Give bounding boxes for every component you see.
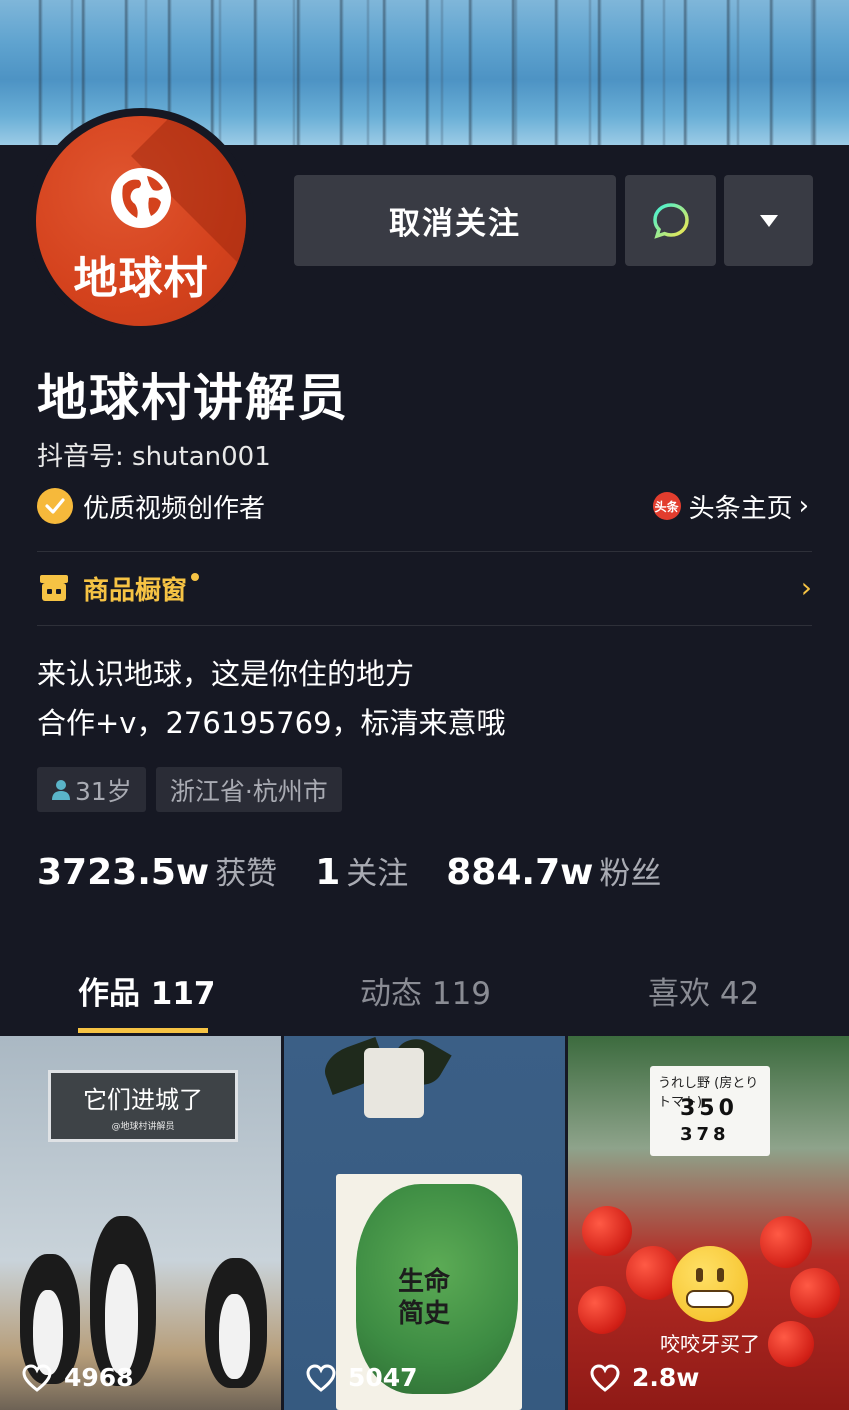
globe-icon — [111, 168, 171, 228]
toutiao-label: 头条主页 — [688, 493, 793, 524]
heart-icon — [306, 1363, 336, 1392]
shop-label: 商品橱窗 — [83, 575, 188, 606]
active-tab-indicator — [78, 1028, 208, 1033]
tomato — [578, 1286, 626, 1334]
book-title: 生命 简史 — [398, 1266, 450, 1330]
sign-subtitle: @地球村讲解员 — [111, 1122, 175, 1132]
age-tag: 31岁 — [37, 767, 146, 812]
price-number-2: 378 — [680, 1124, 730, 1145]
heart-icon — [590, 1363, 620, 1392]
video-likes: 2.8w — [590, 1363, 699, 1392]
likes-label: 获赞 — [215, 856, 278, 892]
unfollow-button[interactable]: 取消关注 — [294, 175, 616, 266]
notification-dot — [191, 573, 200, 581]
store-icon — [40, 575, 68, 601]
fans-label: 粉丝 — [599, 856, 662, 892]
video-likes: 4968 — [22, 1363, 134, 1392]
message-button[interactable] — [625, 175, 716, 266]
video-caption: 咬咬牙买了 — [660, 1332, 760, 1356]
video-thumbnail[interactable]: うれし野 (房とりトマト) 350 378 咬咬牙买了 2.8w — [568, 1036, 849, 1410]
likes-count: 5047 — [348, 1363, 418, 1392]
person-icon — [52, 779, 70, 800]
bio-line-1: 来认识地球，这是你住的地方 — [37, 657, 415, 691]
book-title-line-1: 生命 — [398, 1267, 451, 1297]
penguin-figure — [205, 1258, 267, 1388]
book-title-line-2: 简史 — [398, 1299, 451, 1329]
likes-count: 2.8w — [632, 1363, 700, 1392]
plant-pot — [364, 1048, 424, 1118]
tab-works[interactable]: 作品 117 — [78, 968, 216, 1013]
location-tag: 浙江省·杭州市 — [155, 767, 342, 812]
caret-down-icon — [759, 214, 778, 227]
tab-moments[interactable]: 动态 119 — [360, 968, 491, 1013]
avatar[interactable]: 地球村 — [28, 108, 254, 334]
toutiao-logo-icon: 头条 — [652, 492, 681, 520]
following-count: 1 — [315, 852, 341, 893]
check-icon — [37, 488, 73, 524]
price-number: 350 — [680, 1096, 738, 1121]
profile-tags: 31岁 浙江省·杭州市 — [37, 767, 342, 812]
toutiao-homepage-link[interactable]: 头条 头条主页 › — [652, 487, 809, 525]
tomato — [760, 1216, 812, 1268]
video-likes: 5047 — [306, 1363, 418, 1392]
fans-count: 884.7w — [446, 852, 594, 893]
likes-count: 3723.5w — [37, 852, 210, 893]
chevron-right-icon: › — [798, 491, 809, 521]
bio-line-2: 合作+v，276195769，标清来意哦 — [37, 706, 506, 740]
more-options-button[interactable] — [724, 175, 813, 266]
badge-label: 优质视频创作者 — [83, 493, 266, 524]
video-thumbnail[interactable]: 生命 简史 5047 — [284, 1036, 565, 1410]
likes-stat: 3723.5w 获赞 — [37, 848, 277, 893]
avatar-image: 地球村 — [36, 116, 246, 326]
video-grid: 它们进城了 @地球村讲解员 4968 生命 简史 5047 うれし野 (房とりト… — [0, 1036, 849, 1410]
profile-name: 地球村讲解员 — [37, 369, 349, 427]
video-thumbnail[interactable]: 它们进城了 @地球村讲解员 4968 — [0, 1036, 281, 1410]
heart-icon — [22, 1363, 52, 1392]
profile-stats: 3723.5w 获赞 1 关注 884.7w 粉丝 — [37, 848, 699, 893]
verified-badge: 优质视频创作者 — [37, 487, 265, 525]
tomato — [768, 1321, 814, 1367]
penguin-figure — [90, 1216, 156, 1386]
likes-count: 4968 — [64, 1363, 134, 1392]
following-label: 关注 — [346, 856, 409, 892]
tomato — [582, 1206, 632, 1256]
following-stat[interactable]: 1 关注 — [315, 848, 408, 893]
content-tabs: 作品 117 动态 119 喜欢 42 — [0, 960, 849, 1033]
age-label: 31岁 — [75, 776, 132, 806]
divider — [37, 551, 812, 552]
avatar-logo-text: 地球村 — [73, 253, 209, 304]
video-title-sign: 它们进城了 @地球村讲解员 — [48, 1070, 238, 1142]
fans-stat[interactable]: 884.7w 粉丝 — [446, 848, 661, 893]
tab-liked[interactable]: 喜欢 42 — [648, 968, 759, 1013]
product-showcase-row[interactable]: 商品橱窗 › — [37, 563, 812, 613]
sign-title: 它们进城了 — [83, 1086, 203, 1114]
chevron-right-icon: › — [800, 571, 812, 604]
tomato — [790, 1268, 840, 1318]
bio: 来认识地球，这是你住的地方 合作+v，276195769，标清来意哦 — [37, 650, 506, 748]
grimace-emoji-icon — [672, 1246, 748, 1322]
divider — [37, 625, 812, 626]
price-tag: うれし野 (房とりトマト) 350 378 — [650, 1066, 770, 1156]
chat-bubble-icon — [652, 202, 689, 239]
douyin-id: 抖音号: shutan001 — [37, 442, 271, 472]
